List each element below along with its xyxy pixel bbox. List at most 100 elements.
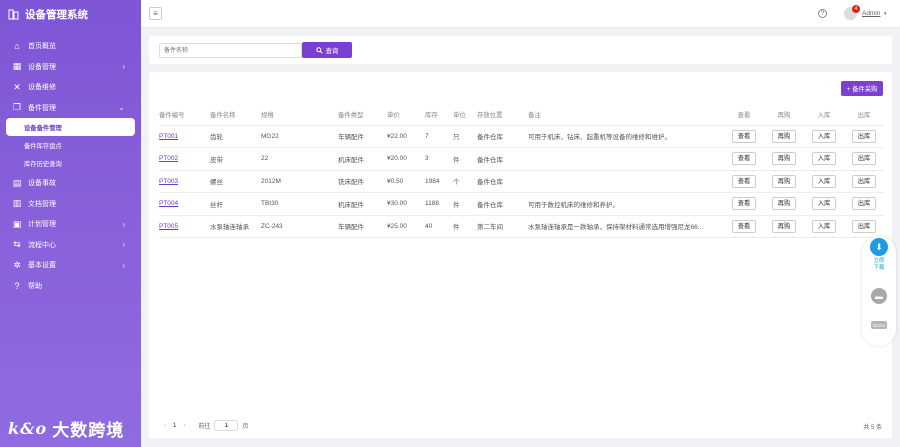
view-button[interactable]: 查看	[731, 129, 757, 143]
menu-toggle-button[interactable]: ≡	[149, 7, 162, 20]
rebuy-button[interactable]: 再购	[771, 197, 797, 211]
price-cell: ¥25.00	[387, 215, 425, 238]
stock-cell: 3	[425, 147, 453, 171]
table-row: PT005 水泵轴连轴承 ZC-243 车辆配件 ¥25.00 40 件第二车间 水泵轴连轴承…	[159, 215, 884, 238]
sidebar-item-label: 设备事故	[28, 180, 56, 188]
sidebar-item-8[interactable]: ✲ 基本设置 ›	[0, 255, 141, 276]
column-header: 单价	[387, 104, 425, 126]
next-page-button[interactable]: ›	[183, 423, 185, 429]
stock-in-button[interactable]: 入库	[811, 219, 837, 233]
brand-logo-text: 大数跨境	[52, 421, 125, 440]
stock-in-button[interactable]: 入库	[811, 152, 837, 166]
note-cell: 可用于数控机床的维修和养护。	[528, 192, 724, 216]
action-cell: 查看	[724, 170, 764, 193]
sidebar-subitem-1[interactable]: 备件库存盘点	[0, 136, 141, 155]
part-id-link[interactable]: PT001	[159, 133, 178, 140]
total-count: 共 5 条	[863, 425, 882, 431]
view-button[interactable]: 查看	[731, 152, 757, 166]
location-cell: 第二车间	[477, 215, 528, 238]
part-id-link[interactable]: PT003	[159, 178, 178, 185]
column-header: 备件类型	[338, 104, 387, 126]
chat-button[interactable]: ▬	[871, 288, 887, 304]
stock-out-button[interactable]: 出库	[851, 174, 877, 188]
action-cell: 出库	[844, 215, 884, 238]
stock-out-button[interactable]: 出库	[851, 152, 877, 166]
action-cell: 出库	[844, 170, 884, 193]
note-cell: 水泵轴连轴承是一款轴承，保持架材料通常选用增强尼龙66...	[528, 215, 724, 238]
notification-badge[interactable]: 4	[852, 5, 860, 13]
search-button[interactable]: 查询	[302, 42, 352, 58]
rebuy-button[interactable]: 再购	[771, 219, 797, 233]
part-id-link[interactable]: PT002	[159, 155, 178, 162]
unit-cell: 个	[453, 170, 477, 193]
sidebar-subitem-0[interactable]: 设备备件管理	[6, 118, 135, 136]
sidebar-item-7[interactable]: ⇆ 流程中心 ›	[0, 235, 141, 256]
part-id-link[interactable]: PT005	[159, 223, 178, 230]
help-icon[interactable]: ?	[818, 9, 827, 18]
stock-in-button[interactable]: 入库	[811, 129, 837, 143]
note-cell: 可用于机床、钻床、起重机等设备的维修和维护。	[528, 125, 724, 148]
name-cell: 丝杆	[210, 192, 261, 216]
demo-button[interactable]: Demo	[871, 321, 887, 329]
view-button[interactable]: 查看	[731, 174, 757, 188]
action-cell: 出库	[844, 125, 884, 148]
sidebar-item-9[interactable]: ? 帮助	[0, 276, 141, 297]
action-cell: 再购	[764, 147, 804, 171]
stock-in-button[interactable]: 入库	[811, 197, 837, 211]
price-cell: ¥30.00	[387, 192, 425, 216]
view-button[interactable]: 查看	[731, 219, 757, 233]
column-header: 备注	[528, 104, 724, 126]
sidebar-item-label: 备件管理	[28, 104, 56, 112]
sidebar-item-2[interactable]: ✕ 设备维修	[0, 77, 141, 98]
column-header: 入库	[804, 104, 844, 126]
prev-page-button[interactable]: ‹	[164, 423, 166, 429]
sidebar-item-label: 计划管理	[28, 221, 56, 229]
search-input[interactable]	[159, 43, 302, 58]
sidebar-item-5[interactable]: ▥ 文档管理	[0, 194, 141, 215]
goto-label: 前往	[198, 424, 211, 430]
sidebar-item-1[interactable]: ▦ 设备管理 ›	[0, 57, 141, 78]
app-brand[interactable]: 设备管理系统	[0, 0, 141, 28]
name-cell: 螺丝	[210, 170, 261, 193]
sidebar-item-4[interactable]: ▤ 设备事故	[0, 173, 141, 194]
stock-in-button[interactable]: 入库	[811, 174, 837, 188]
rebuy-button[interactable]: 再购	[771, 174, 797, 188]
table-row: PT003 螺丝 2012M 铣床配件 ¥0.50 1984 个备件仓库 查看 再购 入库 出库	[159, 170, 884, 193]
part-id-cell: PT004	[159, 192, 210, 216]
add-purchase-button[interactable]: + 备件采购	[841, 81, 883, 96]
price-cell: ¥0.50	[387, 170, 425, 193]
part-id-cell: PT003	[159, 170, 210, 193]
brand-logo: k&o 大数跨境	[8, 416, 124, 441]
download-label[interactable]: 立即 下载	[862, 258, 896, 272]
part-id-link[interactable]: PT004	[159, 200, 178, 207]
user-menu[interactable]: Admin	[862, 10, 880, 17]
sidebar-subitem-2[interactable]: 库存历史查询	[0, 155, 141, 174]
stock-out-button[interactable]: 出库	[851, 219, 877, 233]
sidebar-item-label: 设备维修	[28, 84, 56, 92]
column-header: 出库	[844, 104, 884, 126]
sidebar-item-0[interactable]: ⌂ 首页概览	[0, 36, 141, 57]
sidebar-item-label: 设备管理	[28, 63, 56, 71]
unit-cell: 件	[453, 147, 477, 171]
top-bar: ≡ ? 4 Admin ▾	[141, 0, 900, 28]
calendar-icon: ▣	[12, 218, 22, 229]
spec-cell: ZC-243	[261, 215, 338, 238]
sidebar-item-3[interactable]: ❐ 备件管理 ⌄	[0, 98, 141, 119]
stock-out-button[interactable]: 出库	[851, 197, 877, 211]
action-cell: 再购	[764, 215, 804, 238]
stock-out-button[interactable]: 出库	[851, 129, 877, 143]
rebuy-button[interactable]: 再购	[771, 129, 797, 143]
chevron-down-icon[interactable]: ▾	[884, 11, 887, 17]
download-button[interactable]: ⬇	[870, 238, 888, 256]
goto-page-input[interactable]	[214, 420, 239, 431]
view-button[interactable]: 查看	[731, 197, 757, 211]
sidebar-item-6[interactable]: ▣ 计划管理 ›	[0, 214, 141, 235]
sidebar: 设备管理系统 ⌂ 首页概览 ▦ 设备管理 › ✕ 设备维修 ❐ 备件管理 ⌄ 设备备件管理 备件库存盘…	[0, 0, 141, 447]
rebuy-button[interactable]: 再购	[771, 152, 797, 166]
unit-cell: 件	[453, 215, 477, 238]
action-cell: 查看	[724, 147, 764, 171]
unit-cell: 件	[453, 192, 477, 216]
chevron-icon: ›	[122, 240, 125, 250]
page-number-current[interactable]: 1	[173, 423, 176, 429]
action-cell: 入库	[804, 215, 844, 238]
